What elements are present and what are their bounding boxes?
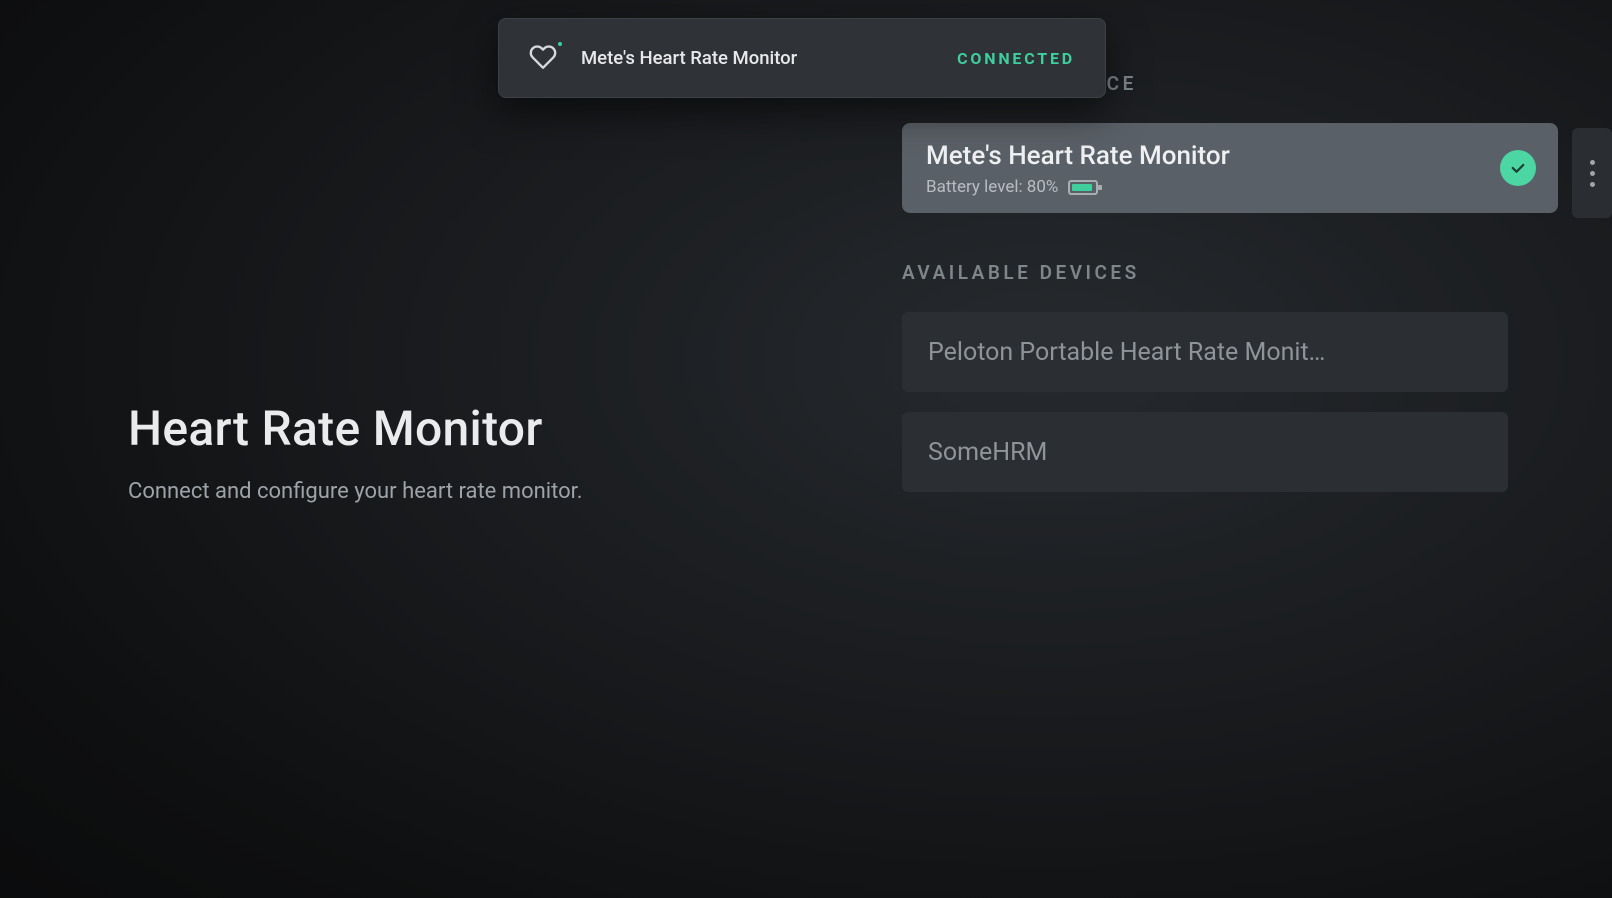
heart-icon	[529, 43, 559, 73]
connected-device-name: Mete's Heart Rate Monitor	[926, 141, 1534, 171]
available-device-item[interactable]: Peloton Portable Heart Rate Monit…	[902, 312, 1508, 392]
page-subtitle: Connect and configure your heart rate mo…	[128, 479, 748, 504]
toast-device-name: Mete's Heart Rate Monitor	[581, 47, 957, 69]
device-panels: CONNECTED DEVICE Mete's Heart Rate Monit…	[902, 72, 1592, 512]
available-device-item[interactable]: SomeHRM	[902, 412, 1508, 492]
more-vertical-icon	[1590, 160, 1595, 187]
connection-toast: Mete's Heart Rate Monitor CONNECTED	[498, 18, 1106, 98]
battery-icon	[1068, 180, 1098, 195]
connected-check-icon	[1500, 150, 1536, 186]
toast-status-label: CONNECTED	[957, 49, 1075, 68]
status-dot-icon	[556, 40, 564, 48]
available-device-name: Peloton Portable Heart Rate Monit…	[928, 338, 1325, 367]
page-title: Heart Rate Monitor	[128, 400, 748, 457]
left-panel: Heart Rate Monitor Connect and configure…	[128, 400, 748, 504]
available-device-name: SomeHRM	[928, 438, 1047, 467]
device-more-button[interactable]	[1572, 128, 1612, 218]
settings-screen: Heart Rate Monitor Connect and configure…	[0, 0, 1612, 898]
connected-device-card[interactable]: Mete's Heart Rate Monitor Battery level:…	[902, 123, 1558, 213]
battery-label: Battery level: 80%	[926, 177, 1058, 197]
battery-fill	[1072, 184, 1092, 191]
available-devices-header: AVAILABLE DEVICES	[902, 261, 1592, 284]
battery-status: Battery level: 80%	[926, 177, 1534, 197]
